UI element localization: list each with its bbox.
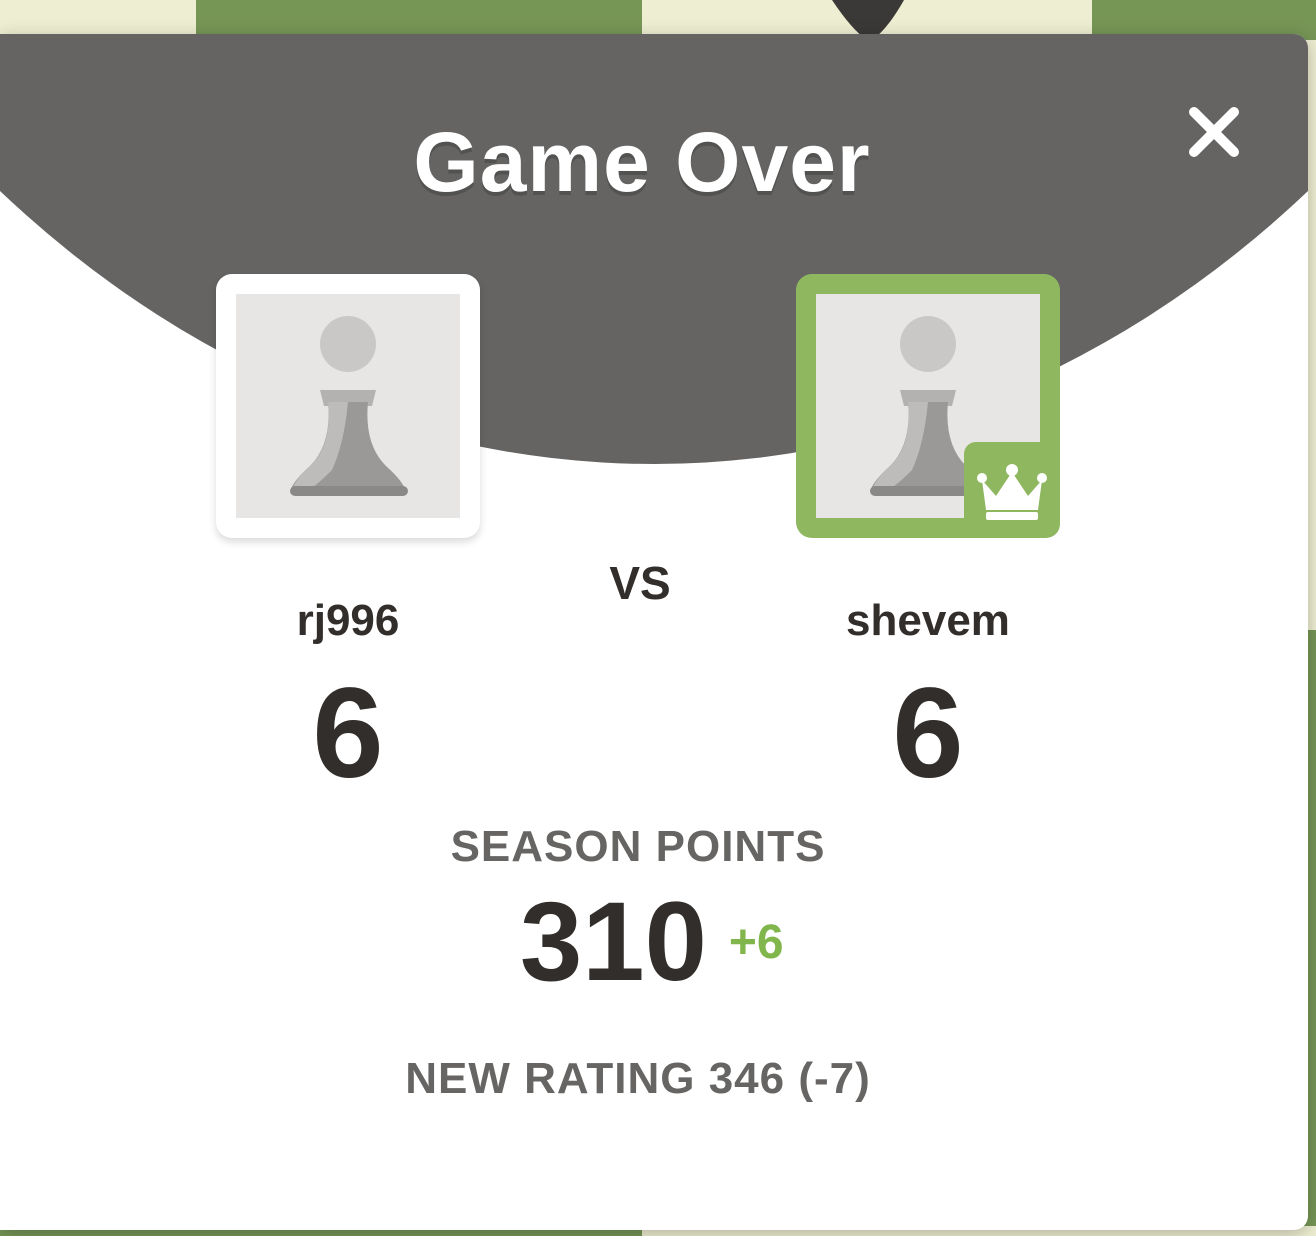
vs-label: VS <box>609 557 671 609</box>
close-button[interactable] <box>1178 96 1250 168</box>
player-username-left[interactable]: rj996 <box>188 596 508 646</box>
dialog-header-background <box>0 34 1308 464</box>
season-points-delta: +6 <box>728 915 784 969</box>
new-rating-text: NEW RATING 346 (-7) <box>405 1054 871 1103</box>
dialog-title: Game Over <box>413 115 871 209</box>
game-over-dialog: Game Over VS rj996 shevem 6 6 SEASON POI… <box>0 34 1308 1230</box>
close-icon <box>1189 107 1239 157</box>
season-points-label: SEASON POINTS <box>450 822 826 871</box>
pawn-icon <box>290 316 408 496</box>
player-score-left: 6 <box>312 662 384 805</box>
player-score-right: 6 <box>892 662 964 805</box>
winner-badge <box>964 442 1060 538</box>
season-points-value: 310 <box>520 879 707 1004</box>
crown-icon <box>977 464 1047 520</box>
season-points: 310 +6 <box>520 886 920 998</box>
player-avatar-right[interactable] <box>796 274 1060 538</box>
player-username-right[interactable]: shevem <box>768 596 1088 646</box>
player-avatar-left[interactable] <box>216 274 480 538</box>
